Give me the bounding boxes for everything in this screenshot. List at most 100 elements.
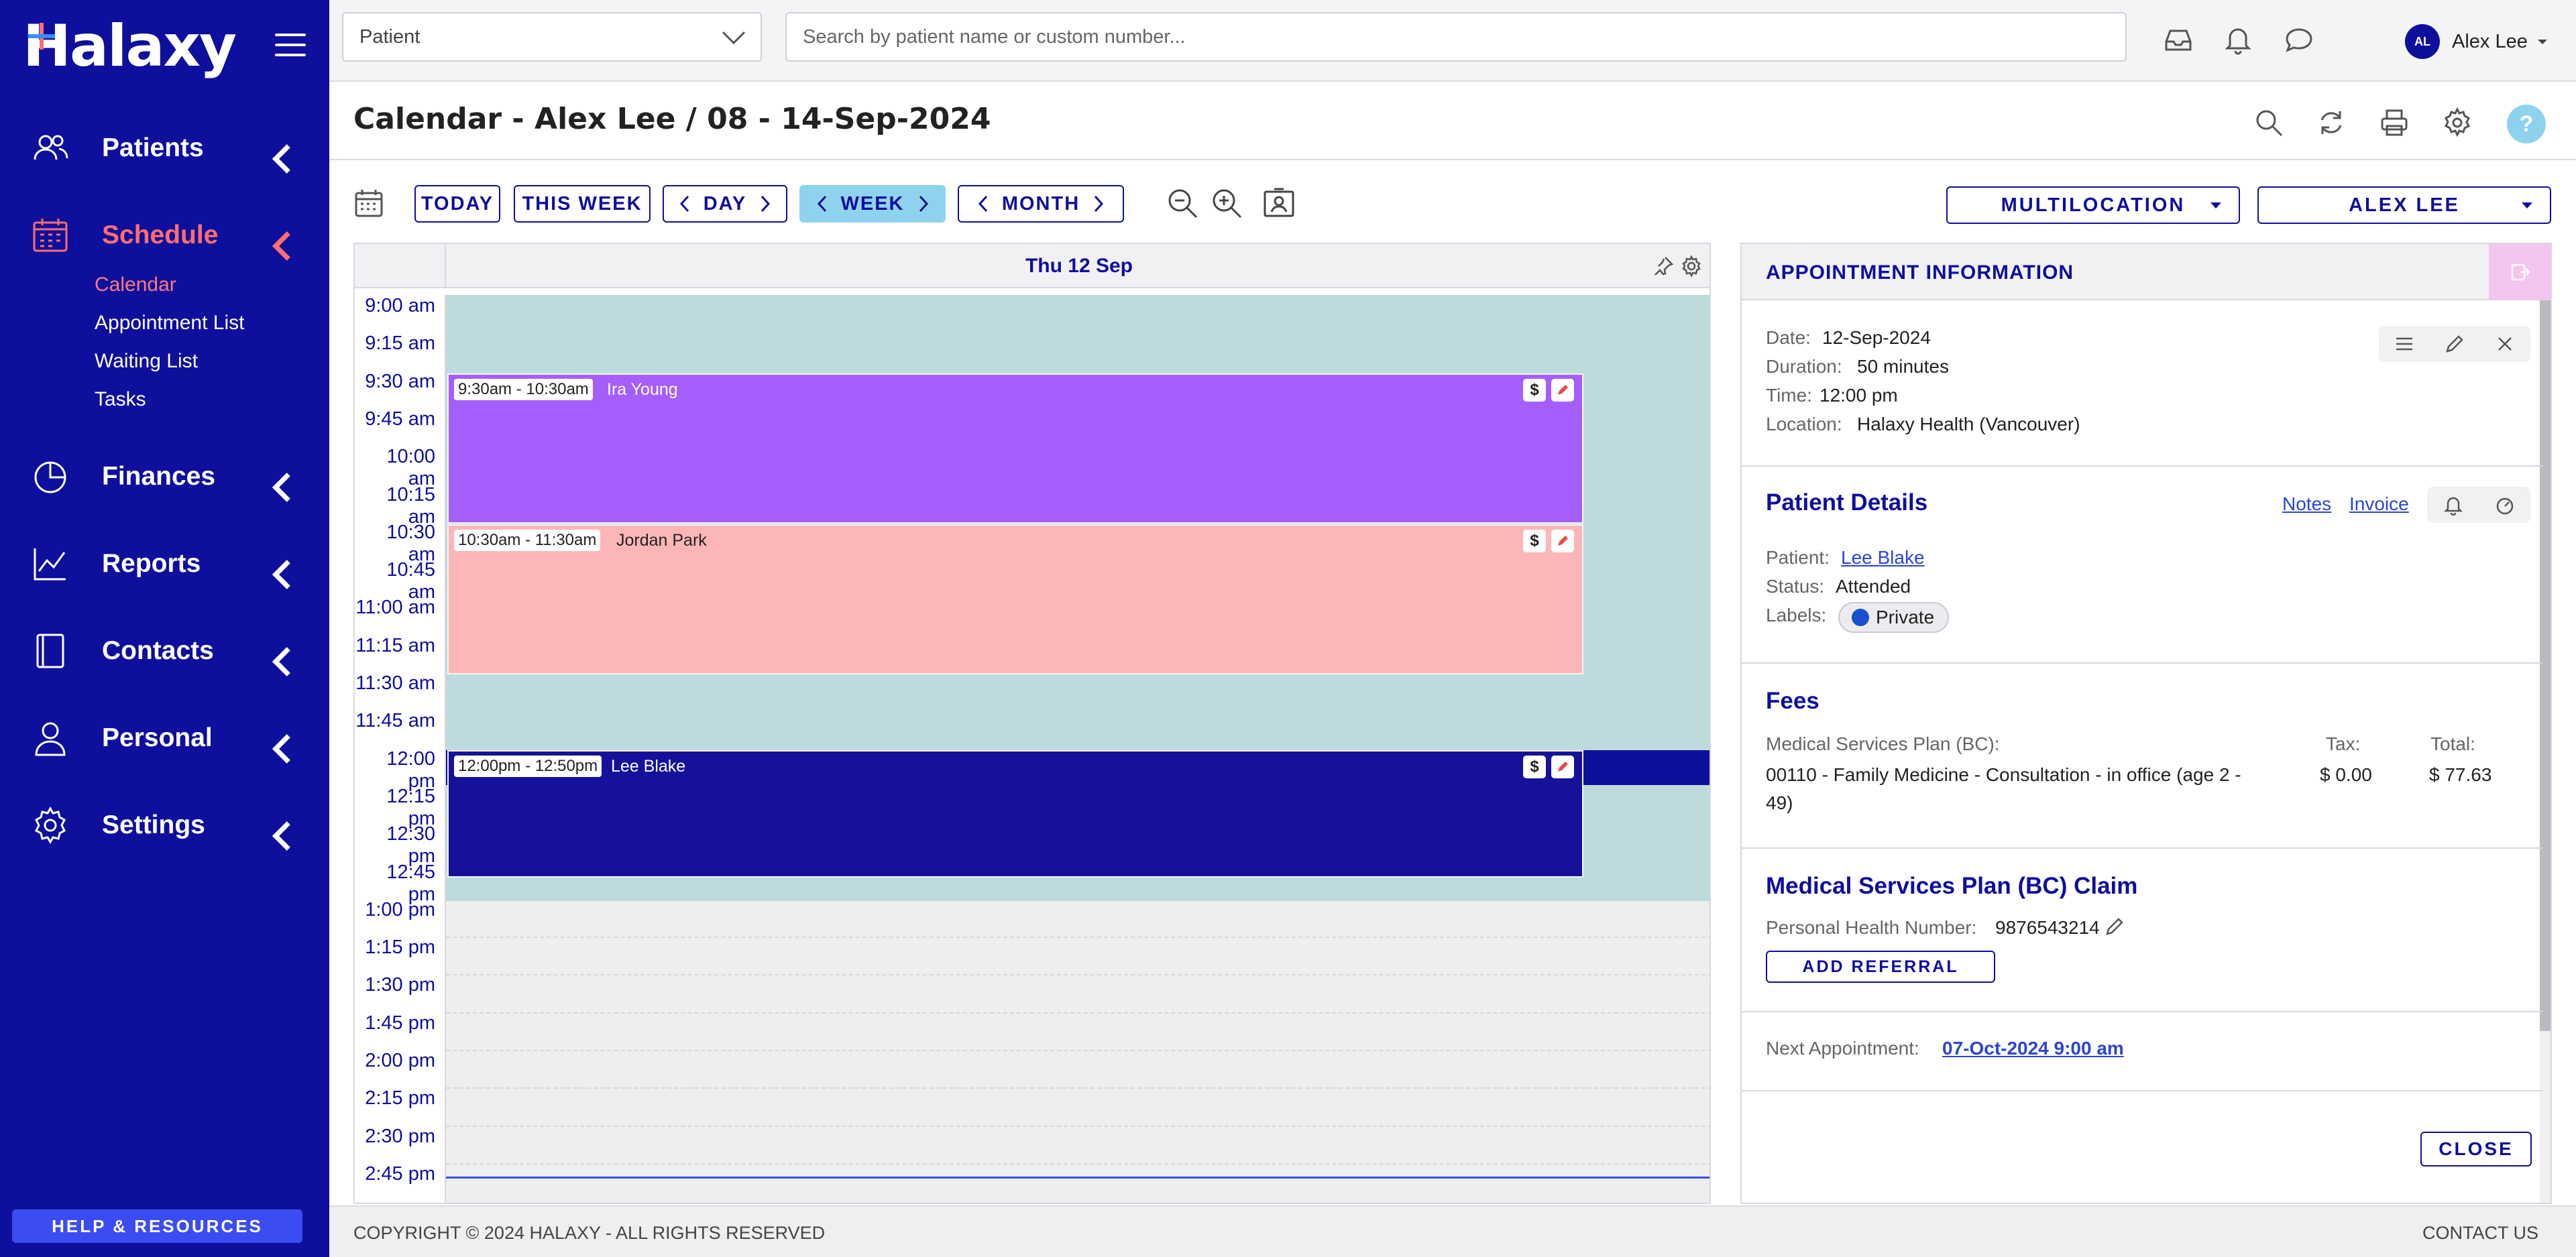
chevron-right-icon[interactable] [759, 194, 772, 214]
dashboard-icon[interactable] [2494, 494, 2516, 516]
top-bar: Patient Search by patient name or custom… [329, 0, 2576, 82]
header-divider [329, 159, 2576, 160]
user-menu[interactable]: AL Alex Lee [2405, 24, 2549, 59]
edit-icon[interactable] [2444, 333, 2465, 355]
month-button[interactable]: MONTH [958, 185, 1124, 223]
day-label: DAY [703, 192, 747, 215]
subnav-calendar[interactable]: Calendar [95, 274, 176, 296]
appointment-actions: $ [1523, 530, 1574, 552]
chat-icon[interactable] [2284, 24, 2314, 55]
halaxy-logo[interactable]: Halaxy [23, 13, 237, 80]
next-appointment-link[interactable]: 07-Oct-2024 9:00 am [1942, 1038, 2124, 1059]
sidebar-item-personal[interactable]: Personal [31, 715, 313, 764]
calendar-header: Thu 12 Sep [355, 244, 1710, 288]
panel-scrollbar-thumb[interactable] [2540, 300, 2551, 1031]
sidebar-item-finances[interactable]: Finances [31, 453, 313, 502]
unavailable-time-block[interactable] [446, 901, 1710, 1203]
today-button[interactable]: TODAY [414, 185, 500, 223]
multilocation-label: MULTILOCATION [2001, 194, 2186, 216]
time-slot-label: 1:15 pm [365, 937, 435, 959]
print-icon[interactable] [2379, 107, 2410, 138]
zoom-out-icon[interactable] [1166, 186, 1199, 220]
panel-title: APPOINTMENT INFORMATION [1766, 261, 2074, 284]
appointment-block-ira-young[interactable]: 9:30am - 10:30am Ira Young $ [447, 373, 1583, 524]
appointment-info-panel: APPOINTMENT INFORMATION Date: 12-Sep-202… [1740, 243, 2552, 1204]
list-icon[interactable] [2394, 333, 2415, 355]
practitioner-dropdown[interactable]: ALEX LEE [2257, 186, 2551, 224]
edit-pencil-icon[interactable] [1551, 530, 1574, 552]
section-divider [1742, 1090, 2542, 1091]
hamburger-menu-icon[interactable] [275, 34, 306, 56]
multilocation-dropdown[interactable]: MULTILOCATION [1946, 186, 2240, 224]
invoice-dollar-icon[interactable]: $ [1523, 379, 1546, 402]
duration-label: Duration: [1766, 356, 1842, 377]
this-week-button[interactable]: THIS WEEK [514, 185, 651, 223]
users-icon [34, 135, 68, 160]
invoice-link[interactable]: Invoice [2349, 493, 2409, 515]
patient-link[interactable]: Lee Blake [1841, 547, 1925, 568]
duration-value: 50 minutes [1857, 356, 1949, 377]
notes-link[interactable]: Notes [2282, 493, 2331, 515]
chevron-right-icon[interactable] [917, 194, 930, 214]
bell-icon[interactable] [2223, 24, 2253, 55]
patient-search-input[interactable]: Search by patient name or custom number.… [785, 12, 2127, 62]
subnav-waiting-list[interactable]: Waiting List [95, 350, 198, 373]
fee-plan-label: Medical Services Plan (BC): [1766, 733, 2000, 754]
appointment-block-jordan-park[interactable]: 10:30am - 11:30am Jordan Park $ [447, 524, 1583, 674]
sidebar-item-schedule[interactable]: Schedule [31, 212, 313, 261]
refresh-icon[interactable] [2316, 107, 2347, 138]
edit-pencil-icon[interactable] [1551, 379, 1574, 402]
time-slot-label: 9:45 am [365, 408, 435, 430]
subnav-tasks[interactable]: Tasks [95, 388, 146, 411]
close-button[interactable]: CLOSE [2420, 1132, 2532, 1166]
section-divider [1742, 662, 2542, 664]
section-divider [1742, 465, 2542, 467]
day-button[interactable]: DAY [663, 185, 787, 223]
location-label: Location: [1766, 414, 1842, 434]
close-icon[interactable] [2494, 333, 2516, 355]
date-picker-icon[interactable] [353, 188, 384, 219]
patient-details-title: Patient Details [1766, 489, 1928, 516]
appointment-time: 12:00pm - 12:50pm [454, 756, 602, 777]
sidebar-item-patients[interactable]: Patients [31, 125, 313, 174]
subnav-appointment-list[interactable]: Appointment List [95, 312, 244, 335]
gear-icon[interactable] [1680, 255, 1703, 278]
sidebar-item-label: Finances [102, 462, 216, 491]
chevron-left-icon [272, 734, 290, 764]
sidebar-item-settings[interactable]: Settings [31, 802, 313, 851]
chevron-left-icon[interactable] [678, 194, 691, 214]
settings-icon[interactable] [2442, 107, 2473, 138]
patient-type-select[interactable]: Patient [342, 12, 762, 62]
pin-icon[interactable] [1652, 255, 1675, 278]
chevron-left-icon[interactable] [816, 194, 829, 214]
appointment-block-lee-blake[interactable]: 12:00pm - 12:50pm Lee Blake $ [447, 750, 1583, 878]
time-value: 12:00 pm [1819, 385, 1898, 406]
book-icon [36, 634, 64, 668]
help-resources-button[interactable]: HELP & RESOURCES [12, 1209, 302, 1243]
edit-icon[interactable] [2104, 916, 2125, 937]
inbox-icon[interactable] [2163, 24, 2194, 55]
sidebar-item-reports[interactable]: Reports [31, 540, 313, 589]
calendar-day-view: Thu 12 Sep 9:00 am 9:15 am 9:30 am 9:45 am 1… [353, 243, 1711, 1204]
zoom-in-icon[interactable] [1210, 186, 1243, 220]
invoice-dollar-icon[interactable]: $ [1523, 756, 1546, 778]
invoice-dollar-icon[interactable]: $ [1523, 530, 1546, 552]
chevron-right-icon[interactable] [1092, 194, 1105, 214]
add-referral-button[interactable]: ADD REFERRAL [1766, 951, 1995, 983]
contact-us-link[interactable]: CONTACT US [2422, 1223, 2538, 1244]
search-icon[interactable] [2253, 107, 2284, 138]
chevron-left-icon[interactable] [976, 194, 990, 214]
appointment-actions: $ [1523, 756, 1574, 778]
practitioner-label: ALEX LEE [2349, 194, 2460, 216]
week-button[interactable]: WEEK [799, 185, 946, 223]
sidebar-item-contacts[interactable]: Contacts [31, 627, 313, 676]
label-chip-private[interactable]: Private [1838, 602, 1950, 633]
contact-card-icon[interactable] [1262, 186, 1296, 220]
edit-pencil-icon[interactable] [1551, 756, 1574, 778]
page-title: Calendar - Alex Lee / 08 - 14-Sep-2024 [353, 102, 991, 136]
exit-panel-icon[interactable] [2489, 244, 2551, 300]
fee-total-value: $ 77.63 [2429, 764, 2492, 785]
person-icon [35, 722, 66, 756]
bell-icon[interactable] [2443, 494, 2464, 516]
help-icon[interactable]: ? [2507, 105, 2546, 143]
